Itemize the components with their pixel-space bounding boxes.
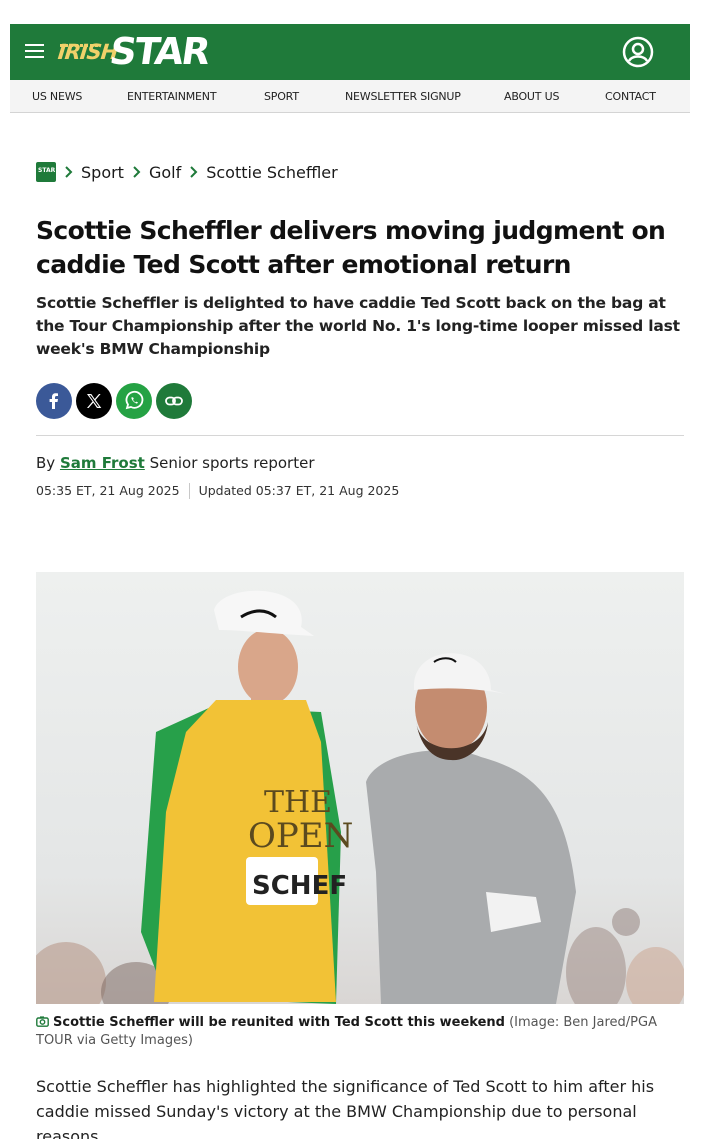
x-icon [87,394,102,408]
camera-icon [36,1016,49,1027]
site-header: IRISH STAR [10,24,690,80]
logo-star: STAR [107,30,212,73]
byline: By Sam Frost Senior sports reporter [36,454,315,472]
share-link-button[interactable] [156,383,192,419]
link-icon [165,396,183,406]
whatsapp-icon [125,390,144,410]
image-caption: Scottie Scheffler will be reunited with … [36,1014,686,1050]
vest-name-badge: SCHEF [252,871,347,901]
breadcrumb: STAR Sport Golf Scottie Scheffler [36,160,338,184]
account-icon[interactable] [622,36,654,68]
article-paragraph: Scottie Scheffler has highlighted the si… [36,1077,655,1139]
nav-item-newsletter-signup[interactable]: NEWSLETTER SIGNUP [345,90,461,103]
article-headline: Scottie Scheffler delivers moving judgme… [36,216,666,279]
share-bar [36,383,196,419]
breadcrumb-home-logo[interactable]: STAR [36,162,56,182]
share-whatsapp-button[interactable] [116,383,152,419]
chevron-right-icon [65,166,73,178]
site-logo[interactable]: IRISH STAR [57,30,211,74]
nav-item-entertainment[interactable]: ENTERTAINMENT [127,90,217,103]
nav-item-about-us[interactable]: ABOUT US [504,90,559,103]
updated-date: Updated 05:37 ET, 21 Aug 2025 [198,483,400,498]
share-facebook-button[interactable] [36,383,72,419]
caption-text: Scottie Scheffler will be reunited with … [53,1015,505,1030]
nav-item-us-news[interactable]: US NEWS [32,90,82,103]
breadcrumb-scottie-scheffler[interactable]: Scottie Scheffler [206,163,338,182]
main-nav: US NEWS ENTERTAINMENT SPORT NEWSLETTER S… [10,80,690,113]
chevron-right-icon [133,166,141,178]
hero-illustration: THE OPEN SCHEF [36,590,684,1004]
published-date: 05:35 ET, 21 Aug 2025 [36,483,180,498]
vest-text-open: OPEN [248,816,353,856]
breadcrumb-golf[interactable]: Golf [149,163,181,182]
article-standfirst: Scottie Scheffler is delighted to have c… [36,294,680,358]
nav-item-sport[interactable]: SPORT [264,90,299,103]
facebook-icon [49,393,58,409]
vest-text-the: THE [264,785,332,820]
menu-icon[interactable] [25,44,44,59]
byline-prefix: By [36,454,56,472]
article-dates: 05:35 ET, 21 Aug 2025 Updated 05:37 ET, … [36,483,399,499]
chevron-right-icon [190,166,198,178]
breadcrumb-sport[interactable]: Sport [81,163,124,182]
author-role: Senior sports reporter [149,454,315,472]
date-separator [188,483,190,499]
author-link[interactable]: Sam Frost [60,454,145,472]
nav-item-contact[interactable]: CONTACT [605,90,656,103]
share-x-button[interactable] [76,383,112,419]
article-hero-image[interactable]: THE OPEN SCHEF [36,572,684,1004]
divider [36,435,684,436]
